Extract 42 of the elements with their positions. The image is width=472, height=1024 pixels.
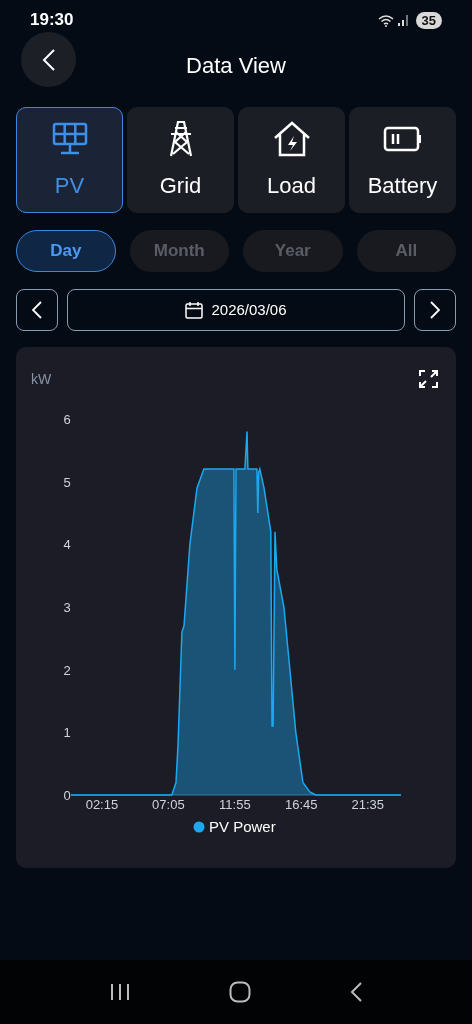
legend-label: PV Power bbox=[209, 818, 276, 835]
category-tab[interactable]: Battery bbox=[349, 107, 456, 213]
y-tick-label: 5 bbox=[63, 474, 71, 490]
period-tab[interactable]: All bbox=[356, 230, 456, 272]
chevron-right-icon bbox=[430, 301, 440, 319]
power-tower-icon bbox=[167, 119, 194, 158]
x-tick-label: 11:55 bbox=[219, 797, 251, 812]
period-tab[interactable]: Day bbox=[16, 230, 116, 272]
previous-day-button[interactable] bbox=[16, 289, 58, 331]
wifi-icon bbox=[377, 13, 394, 27]
back-nav-icon[interactable] bbox=[350, 982, 363, 1002]
axis-label: kW bbox=[31, 371, 52, 387]
y-tick-label: 4 bbox=[63, 537, 71, 553]
category-tab[interactable]: Grid bbox=[127, 107, 234, 213]
solar-panel-icon bbox=[51, 121, 88, 156]
home-icon[interactable] bbox=[229, 981, 251, 1003]
house-bolt-icon bbox=[272, 119, 311, 158]
back-icon bbox=[41, 47, 56, 72]
status-time: 19:30 bbox=[30, 9, 74, 32]
x-tick-label: 21:35 bbox=[351, 797, 385, 812]
period-tab[interactable]: Month bbox=[129, 230, 229, 272]
recent-apps-icon[interactable] bbox=[109, 983, 130, 1001]
category-tab[interactable]: Load bbox=[238, 107, 345, 213]
chevron-left-icon bbox=[32, 301, 42, 319]
expand-icon[interactable] bbox=[419, 370, 438, 388]
y-tick-label: 3 bbox=[63, 600, 71, 615]
x-tick-label: 16:45 bbox=[285, 797, 318, 812]
page-title: Data View bbox=[186, 51, 286, 80]
signal-icon bbox=[397, 14, 410, 26]
battery-level: 35 bbox=[415, 11, 442, 29]
y-tick-label: 2 bbox=[63, 662, 71, 678]
period-tab[interactable]: Year bbox=[243, 230, 343, 272]
category-tab[interactable]: PV bbox=[16, 107, 123, 213]
calendar-icon bbox=[185, 301, 204, 319]
y-tick-label: 1 bbox=[63, 725, 71, 741]
x-tick-label: 07:05 bbox=[152, 797, 185, 812]
next-day-button[interactable] bbox=[414, 289, 456, 331]
y-tick-label: 6 bbox=[63, 412, 71, 427]
y-tick-label: 0 bbox=[63, 788, 71, 803]
x-tick-label: 02:15 bbox=[85, 797, 119, 812]
date-field[interactable]: 2026/03/06 bbox=[67, 289, 405, 331]
battery-icon bbox=[382, 125, 423, 152]
